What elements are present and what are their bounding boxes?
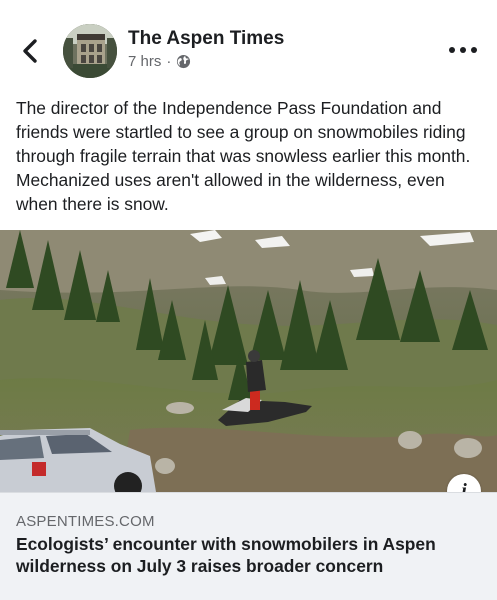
link-title: Ecologists’ encounter with snowmobilers … [16,534,436,576]
post-meta: 7 hrs · [128,53,191,70]
more-horizontal-icon-dot [471,47,477,53]
more-horizontal-icon-dot [460,47,466,53]
snowmobile-photo [0,230,497,492]
meta-separator: · [166,53,172,70]
timestamp[interactable]: 7 hrs [128,53,161,70]
back-button[interactable] [16,36,44,66]
chevron-left-icon [23,39,37,63]
more-options-button[interactable] [449,42,477,58]
avatar-image [63,24,117,78]
link-domain: ASPENTIMES.COM [16,513,155,530]
link-preview-image[interactable] [0,230,497,492]
link-preview-card[interactable]: ASPENTIMES.COM Ecologists’ encounter wit… [0,492,497,600]
post-header: The Aspen Times 7 hrs · [0,0,497,92]
globe-icon [177,54,191,69]
post-text: The director of the Independence Pass Fo… [16,98,471,214]
avatar[interactable] [63,24,117,78]
page-name[interactable]: The Aspen Times [128,28,284,50]
more-horizontal-icon-dot [449,47,455,53]
